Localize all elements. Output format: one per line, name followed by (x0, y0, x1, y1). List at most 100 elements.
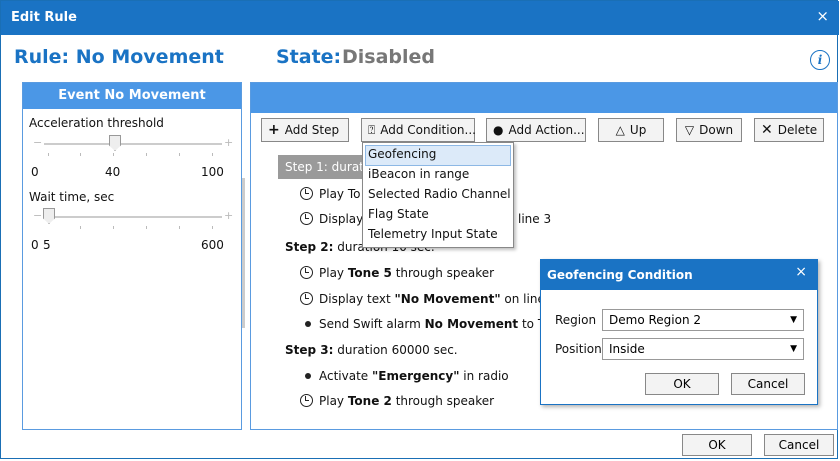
s3-play-a: Play (319, 394, 348, 408)
accel-minus-icon[interactable]: − (33, 136, 42, 149)
region-label: Region (555, 313, 597, 327)
tick (113, 226, 114, 229)
s1-play-text: Play To (319, 187, 361, 201)
s2-disp-b: "No Movement" (394, 292, 501, 306)
step-1-action-display[interactable]: Display (300, 212, 363, 226)
step-3-label[interactable]: Step 3: duration 60000 sec. (285, 343, 458, 357)
cancel-button[interactable]: Cancel (764, 434, 834, 456)
plus-icon: + (268, 122, 280, 138)
up-label: Up (629, 123, 647, 137)
position-select[interactable]: Inside ▼ (602, 338, 804, 360)
dialog-ok-button[interactable]: OK (645, 373, 719, 395)
position-value: Inside (609, 342, 645, 356)
s2-play-c: through speaker (391, 266, 495, 280)
add-action-label: Add Action... (508, 123, 585, 137)
menu-item-ibeacon[interactable]: iBeacon in range (368, 167, 469, 181)
tick (179, 226, 180, 229)
step-2-action-play[interactable]: Play Tone 5 through speaker (300, 266, 494, 280)
tick (212, 153, 213, 156)
window-title: Edit Rule (11, 10, 77, 25)
step-1-label: Step 1: durat (285, 160, 364, 174)
tick (80, 153, 81, 156)
clock-icon (300, 394, 313, 407)
s3-act-b: "Emergency" (372, 369, 460, 383)
add-condition-button[interactable]: ⍰ Add Condition... (361, 118, 476, 142)
s2-play-b: Tone 5 (347, 266, 392, 280)
chevron-down-icon: ▼ (790, 344, 797, 354)
accel-value: 40 (105, 165, 121, 179)
clock-icon (300, 266, 313, 279)
s2-disp-c: on line (500, 292, 545, 306)
accel-max: 100 (201, 165, 224, 179)
rule-name: Rule: No Movement (14, 46, 224, 68)
wait-minus-icon[interactable]: − (33, 209, 42, 222)
step-1-duration-partial: durat (331, 160, 364, 174)
menu-item-geofencing[interactable]: Geofencing (368, 147, 436, 161)
accel-slider-track[interactable] (44, 143, 222, 145)
tick (179, 153, 180, 156)
step-1-display-tail: line 3 (518, 212, 552, 226)
triangle-down-icon: ▽ (684, 123, 695, 137)
step-2-action-send[interactable]: Send Swift alarm No Movement to T (302, 317, 545, 331)
add-condition-label: Add Condition... (380, 123, 476, 137)
tick (146, 226, 147, 229)
state-value: Disabled (342, 46, 436, 68)
clock-icon (300, 212, 313, 225)
wait-plus-icon[interactable]: + (224, 209, 233, 222)
tick (146, 153, 147, 156)
dialog-cancel-button[interactable]: Cancel (731, 373, 805, 395)
wait-label: Wait time, sec (29, 190, 115, 204)
tick (80, 226, 81, 229)
step-3-action-play[interactable]: Play Tone 2 through speaker (300, 394, 494, 408)
event-panel: Event No Movement (22, 82, 242, 430)
s2-disp-a: Display text (319, 292, 395, 306)
clock-icon (300, 292, 313, 305)
wait-value: 5 (43, 238, 51, 252)
info-icon[interactable]: i (810, 50, 830, 70)
bullet-icon: ● (493, 123, 504, 137)
x-icon: ✕ (761, 122, 773, 138)
bullet-icon (305, 373, 311, 379)
step-2-action-display[interactable]: Display text "No Movement" on line (300, 292, 545, 306)
add-condition-menu: Geofencing iBeacon in range Selected Rad… (362, 142, 514, 248)
region-select[interactable]: Demo Region 2 ▼ (602, 309, 804, 331)
steps-header (251, 83, 837, 113)
delete-button[interactable]: ✕ Delete (754, 118, 824, 142)
s3-play-b: Tone 2 (347, 394, 392, 408)
dialog-title-bar: Geofencing Condition × (541, 260, 817, 290)
triangle-up-icon: △ (615, 123, 625, 137)
region-value: Demo Region 2 (609, 313, 701, 327)
add-step-label: Add Step (284, 123, 340, 137)
s3-play-c: through speaker (391, 394, 495, 408)
close-icon[interactable]: × (816, 7, 829, 25)
tick (48, 153, 49, 156)
wait-max: 600 (201, 238, 224, 252)
step-3-action-activate[interactable]: Activate "Emergency" in radio (302, 369, 509, 383)
menu-item-flag-state[interactable]: Flag State (368, 207, 429, 221)
step-1-prefix: Step 1: (285, 160, 328, 174)
title-bar: Edit Rule × (1, 1, 839, 35)
step-1-action-play[interactable]: Play To (300, 187, 360, 201)
step-3-prefix: Step 3: (285, 343, 334, 357)
add-step-button[interactable]: + Add Step (261, 118, 349, 142)
menu-item-radio-channel[interactable]: Selected Radio Channel (368, 187, 511, 201)
s3-act-a: Activate (319, 369, 372, 383)
clock-icon (300, 187, 313, 200)
add-action-button[interactable]: ● Add Action... (486, 118, 586, 142)
down-button[interactable]: ▽ Down (676, 118, 742, 142)
accel-min: 0 (31, 165, 39, 179)
up-button[interactable]: △ Up (598, 118, 664, 142)
tick (113, 153, 114, 156)
geofencing-dialog: Geofencing Condition × Region Demo Regio… (540, 259, 818, 405)
panel-splitter[interactable] (242, 178, 245, 328)
menu-item-telemetry[interactable]: Telemetry Input State (368, 227, 498, 241)
down-label: Down (699, 123, 734, 137)
tick (212, 226, 213, 229)
close-icon[interactable]: × (795, 264, 807, 280)
bullet-icon (305, 321, 311, 327)
dialog-title: Geofencing Condition (547, 268, 693, 282)
wait-slider-track[interactable] (44, 216, 222, 218)
accel-plus-icon[interactable]: + (224, 136, 233, 149)
ok-button[interactable]: OK (682, 434, 752, 456)
step-2-prefix: Step 2: (285, 240, 334, 254)
